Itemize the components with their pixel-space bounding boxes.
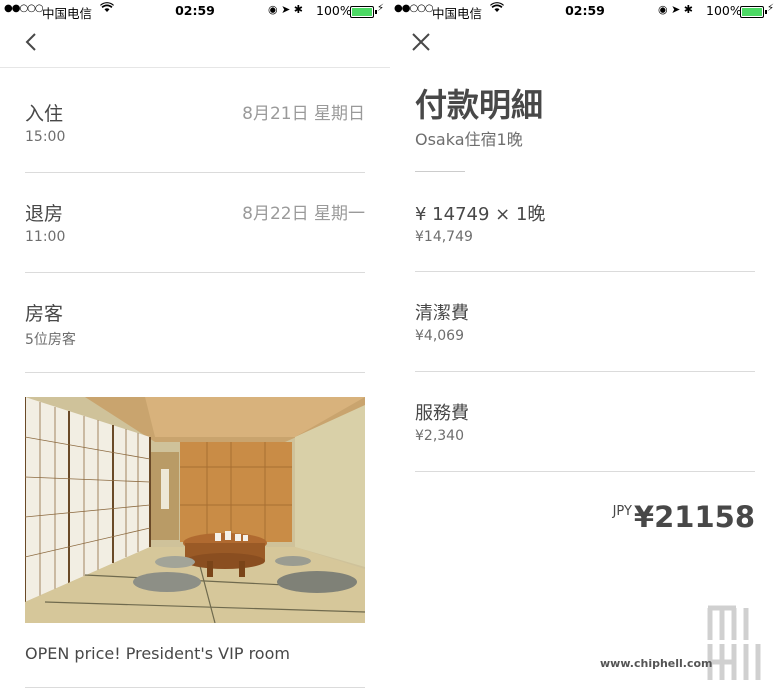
payment-details-screen: ●●○○○ 中国电信 02:59 ◉ ➤ ✱ 100% ⚡ 付款明細 Osaka…	[390, 0, 780, 693]
checkout-time: 11:00	[25, 229, 66, 245]
listing-caption[interactable]: OPEN price! President's VIP room	[25, 644, 290, 663]
battery-icon	[350, 6, 377, 18]
line-item-cleaning: 清潔費 ¥4,069	[415, 299, 755, 372]
status-bar: ●●○○○ 中国电信 02:59 ◉ ➤ ✱ 100% ⚡	[390, 0, 780, 22]
battery-percent: 100%	[316, 3, 352, 18]
location-bluetooth-icons: ◉ ➤ ✱	[658, 3, 694, 16]
checkin-time: 15:00	[25, 129, 66, 145]
checkout-label: 退房	[25, 203, 64, 225]
close-icon[interactable]	[410, 30, 432, 58]
booking-details-screen: ●●○○○ 中国电信 02:59 ◉ ➤ ✱ 100% ⚡ 入住 15:00 8…	[0, 0, 390, 693]
chiphell-watermark-logo	[600, 600, 775, 685]
caption-divider	[25, 687, 365, 688]
total-currency: JPY	[612, 504, 632, 519]
total-price: JPY¥21158	[613, 500, 755, 534]
battery-icon	[740, 6, 767, 18]
title-divider	[415, 171, 465, 172]
total-amount: ¥21158	[633, 500, 755, 534]
charging-icon: ⚡	[377, 3, 385, 14]
guests-count: 5位房客	[25, 332, 76, 348]
location-bluetooth-icons: ◉ ➤ ✱	[268, 3, 304, 16]
page-title: 付款明細	[415, 86, 544, 124]
page-subtitle: Osaka住宿1晚	[415, 130, 523, 149]
line-item-label: ¥ 14749 × 1晚	[415, 204, 546, 225]
checkout-row: 退房 11:00 8月22日 星期一	[25, 199, 365, 273]
checkout-date: 8月22日 星期一	[242, 204, 365, 224]
line-item-amount: ¥14,749	[415, 229, 473, 245]
line-item-amount: ¥4,069	[415, 328, 464, 344]
guests-row[interactable]: 房客 5位房客	[25, 299, 365, 373]
status-bar: ●●○○○ 中国电信 02:59 ◉ ➤ ✱ 100% ⚡	[0, 0, 390, 22]
listing-photo[interactable]	[25, 397, 365, 623]
checkin-row: 入住 15:00 8月21日 星期日	[25, 99, 365, 173]
line-item-service: 服務費 ¥2,340	[415, 399, 755, 472]
guests-label: 房客	[25, 303, 64, 325]
back-chevron-icon[interactable]	[24, 32, 38, 56]
line-item-amount: ¥2,340	[415, 428, 464, 444]
checkin-label: 入住	[25, 103, 64, 125]
nav-divider	[0, 67, 390, 68]
checkin-date: 8月21日 星期日	[242, 104, 365, 124]
battery-percent: 100%	[706, 3, 742, 18]
line-item-label: 服務費	[415, 403, 469, 424]
watermark-url: www.chiphell.com	[600, 657, 713, 670]
line-item-nightly: ¥ 14749 × 1晚 ¥14,749	[415, 200, 755, 272]
charging-icon: ⚡	[767, 3, 775, 14]
line-item-label: 清潔費	[415, 303, 469, 324]
